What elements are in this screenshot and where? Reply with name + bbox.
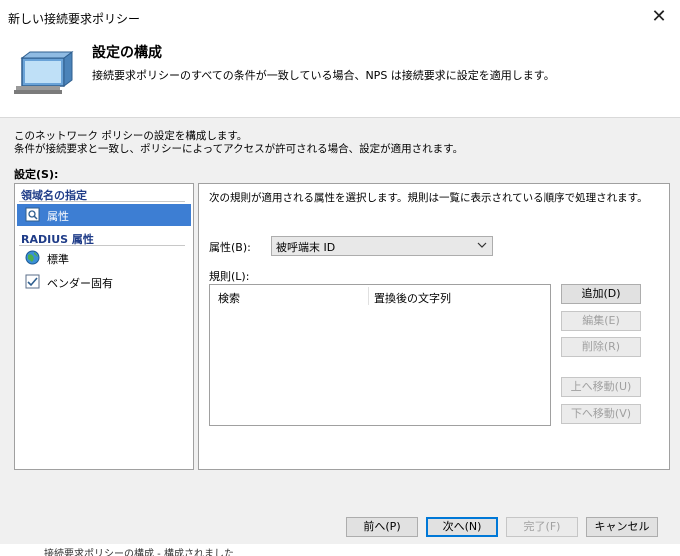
attribute-icon (25, 207, 40, 222)
detail-description: 次の規則が適用される属性を選択します。規則は一覧に表示されている順序で処理されま… (209, 192, 648, 204)
background-window-text: 接続要求ポリシーの構成 - 構成されました (44, 549, 234, 556)
edit-button[interactable]: 編集(E) (561, 311, 641, 331)
attribute-detail-panel: 次の規則が適用される属性を選択します。規則は一覧に表示されている順序で処理されま… (198, 183, 670, 470)
group-divider (19, 201, 185, 202)
nav-item-label: ベンダー固有 (47, 277, 113, 290)
rules-label: 規則(L): (209, 270, 250, 283)
column-separator[interactable] (368, 287, 369, 305)
attribute-dropdown[interactable]: 被呼端末 ID (271, 236, 493, 256)
attribute-dropdown-value: 被呼端末 ID (276, 241, 336, 254)
cancel-button[interactable]: キャンセル (586, 517, 658, 537)
nav-item-standard[interactable]: 標準 (17, 247, 191, 269)
add-button[interactable]: 追加(D) (561, 284, 641, 304)
monitor-icon (14, 51, 74, 94)
chevron-down-icon (477, 242, 487, 248)
window-title: 新しい接続要求ポリシー (8, 12, 141, 26)
previous-button[interactable]: 前へ(P) (346, 517, 418, 537)
settings-tree: 領域名の指定 属性 RADIUS 属性 標準 ベンダー固有 (14, 183, 194, 470)
wizard-body: このネットワーク ポリシーの設定を構成します。 条件が接続要求と一致し、ポリシー… (0, 117, 680, 500)
rules-list[interactable]: 検索 置換後の文字列 (209, 284, 551, 426)
nav-item-attribute[interactable]: 属性 (17, 204, 191, 226)
close-button[interactable]: ✕ (646, 4, 672, 30)
nav-item-label: 属性 (47, 210, 69, 223)
checklist-icon (25, 274, 40, 289)
page-subtitle: 接続要求ポリシーのすべての条件が一致している場合、NPS は接続要求に設定を適用… (92, 69, 555, 82)
intro-line-2: 条件が接続要求と一致し、ポリシーによってアクセスが許可される場合、設定が適用され… (14, 143, 464, 155)
close-icon: ✕ (651, 6, 667, 27)
finish-button[interactable]: 完了(F) (506, 517, 578, 537)
globe-icon (25, 250, 40, 265)
title-bar: 新しい接続要求ポリシー ✕ (0, 0, 680, 35)
attribute-label: 属性(B): (209, 241, 251, 254)
background-window-strip: 接続要求ポリシーの構成 - 構成されました (0, 544, 680, 556)
nav-item-vendor-specific[interactable]: ベンダー固有 (17, 271, 191, 293)
nav-item-label: 標準 (47, 253, 69, 266)
wizard-footer: 前へ(P) 次へ(N) 完了(F) キャンセル (0, 499, 680, 544)
column-header-find[interactable]: 検索 (218, 290, 240, 306)
group-divider (19, 245, 185, 246)
delete-button[interactable]: 削除(R) (561, 337, 641, 357)
settings-label: 設定(S): (14, 168, 59, 181)
column-header-replace[interactable]: 置換後の文字列 (374, 290, 451, 306)
page-title: 設定の構成 (92, 45, 162, 61)
move-up-button[interactable]: 上へ移動(U) (561, 377, 641, 397)
wizard-header: 設定の構成 接続要求ポリシーのすべての条件が一致している場合、NPS は接続要求… (0, 34, 680, 116)
next-button[interactable]: 次へ(N) (426, 517, 498, 537)
move-down-button[interactable]: 下へ移動(V) (561, 404, 641, 424)
